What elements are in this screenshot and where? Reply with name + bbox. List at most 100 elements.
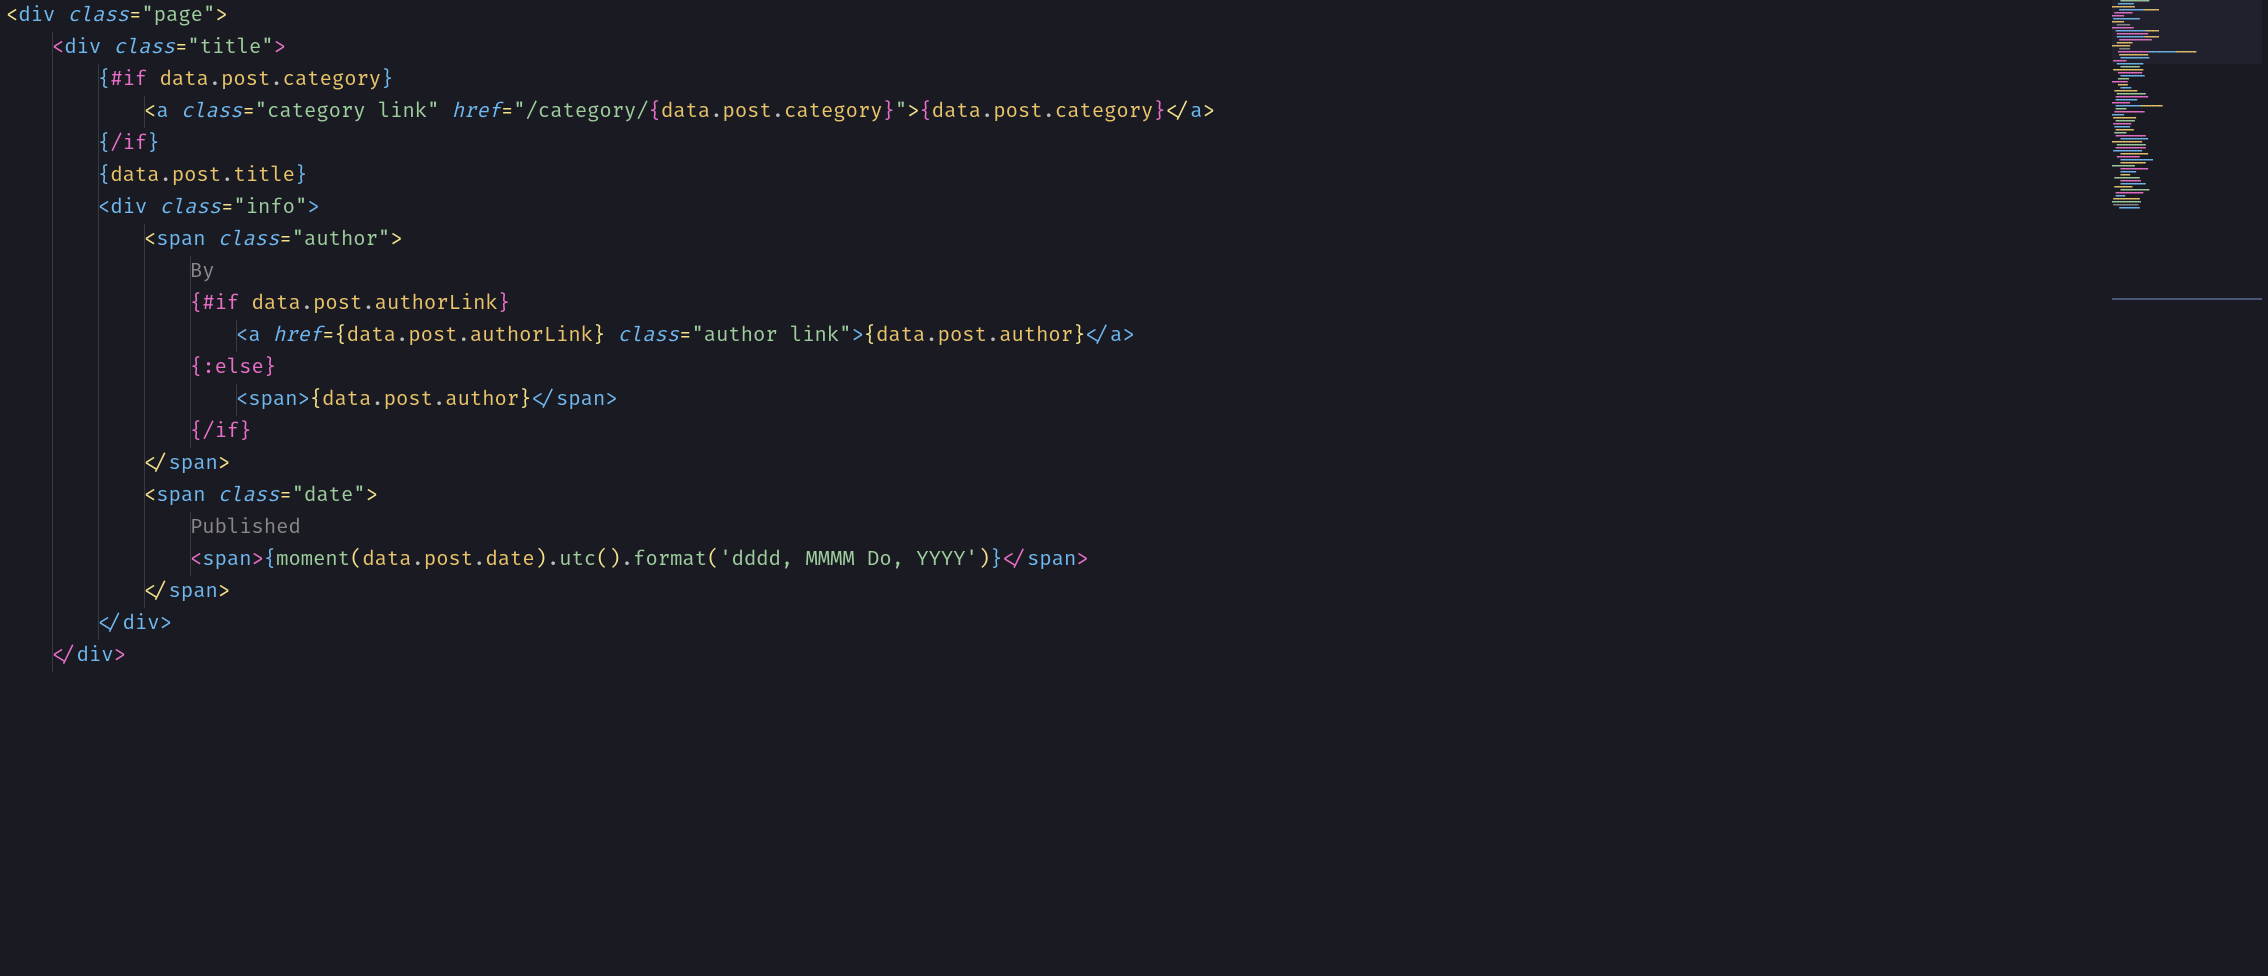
token-brace-m: { <box>190 292 202 316</box>
indent-guide <box>190 512 191 544</box>
token-tag: div <box>64 36 101 60</box>
token-punct: = <box>129 4 141 28</box>
code-line[interactable]: {#if data.post.authorLink} <box>0 288 2268 320</box>
token-bracket-m: < <box>52 36 64 60</box>
code-line-content: Published <box>0 512 301 544</box>
token-str: " <box>895 100 907 124</box>
indent-guide <box>98 480 99 512</box>
token-tag: span <box>156 228 205 252</box>
token-dot: . <box>981 100 993 124</box>
indent-guide <box>52 512 53 544</box>
token-var: category <box>283 68 381 92</box>
token-tag: span <box>202 548 251 572</box>
token-tag: div <box>123 612 160 636</box>
indent-guide <box>98 256 99 288</box>
token-punct: = <box>279 228 291 252</box>
code-line[interactable]: <div class="page"> <box>0 0 2268 32</box>
indent-guide <box>98 96 99 128</box>
token-dot: . <box>772 100 784 124</box>
token-var: authorLink <box>375 292 498 316</box>
code-line[interactable]: <span class="date"> <box>0 480 2268 512</box>
token-var: data <box>362 548 411 572</box>
code-line[interactable]: <div class="title"> <box>0 32 2268 64</box>
token-kw: /if <box>110 132 147 156</box>
indent-guide <box>144 416 145 448</box>
token-brace-y: </ <box>1166 100 1191 124</box>
code-line[interactable]: </span> <box>0 448 2268 480</box>
code-line[interactable]: <span class="author"> <box>0 224 2268 256</box>
token-var: data <box>661 100 710 124</box>
indent-guide <box>190 352 191 384</box>
code-line[interactable]: <span>{moment(data.post.date).utc().form… <box>0 544 2268 576</box>
token-dot: . <box>412 548 424 572</box>
minimap-viewport[interactable] <box>2112 0 2262 64</box>
indent-guide <box>190 384 191 416</box>
token-dot: . <box>473 548 485 572</box>
minimap[interactable]: ████████████████████████ ███████████████… <box>2112 0 2262 300</box>
indent-guide <box>144 544 145 576</box>
indent-guide <box>52 288 53 320</box>
token-var: data <box>347 324 396 348</box>
token-brace-y: < <box>144 228 156 252</box>
code-line-content: </span> <box>0 576 230 608</box>
token-brace-m: } <box>264 356 276 380</box>
token-paren: ) <box>978 548 990 572</box>
token-attr: href <box>452 100 501 124</box>
token-var: category <box>1055 100 1153 124</box>
indent-guide <box>144 96 145 128</box>
indent-guide <box>144 480 145 512</box>
code-line[interactable]: {/if} <box>0 128 2268 160</box>
token-tag: span <box>1027 548 1076 572</box>
token-brace-y: > <box>366 484 378 508</box>
token-var: post <box>424 548 473 572</box>
token-brace-y: > <box>390 228 402 252</box>
token-var: data <box>110 164 159 188</box>
token-var: category <box>784 100 882 124</box>
token-dot: . <box>270 68 282 92</box>
code-line[interactable]: </div> <box>0 640 2268 672</box>
indent-guide <box>52 416 53 448</box>
code-line[interactable]: </span> <box>0 576 2268 608</box>
code-line[interactable]: {/if} <box>0 416 2268 448</box>
indent-guide <box>190 320 191 352</box>
code-line[interactable]: By <box>0 256 2268 288</box>
code-line-content: <div class="info"> <box>0 192 320 224</box>
token-var: post <box>408 324 457 348</box>
code-line-content: {/if} <box>0 128 160 160</box>
token-paren: ( <box>707 548 719 572</box>
token-ident <box>169 100 181 124</box>
token-var: data <box>252 292 301 316</box>
indent-guide <box>98 224 99 256</box>
token-brace-b: { <box>98 68 110 92</box>
code-line-content: <div class="page"> <box>0 0 228 32</box>
indent-guide <box>52 640 53 672</box>
token-brace-m: { <box>919 100 931 124</box>
code-line[interactable]: <a class="category link" href="/category… <box>0 96 2268 128</box>
code-line[interactable]: {data.post.title} <box>0 160 2268 192</box>
indent-guide <box>52 160 53 192</box>
code-line[interactable]: <div class="info"> <box>0 192 2268 224</box>
indent-guide <box>52 128 53 160</box>
code-editor[interactable]: <div class="page"><div class="title">{#i… <box>0 0 2268 672</box>
code-line[interactable]: Published <box>0 512 2268 544</box>
indent-guide <box>144 256 145 288</box>
code-line[interactable]: {#if data.post.category} <box>0 64 2268 96</box>
code-line[interactable]: <span>{data.post.author}</span> <box>0 384 2268 416</box>
token-tag: a <box>1190 100 1202 124</box>
indent-guide <box>52 544 53 576</box>
code-line[interactable]: <a href={data.post.authorLink} class="au… <box>0 320 2268 352</box>
token-fn: moment <box>276 548 350 572</box>
minimap-scrollbar[interactable] <box>2112 298 2262 300</box>
code-line-content: By <box>0 256 215 288</box>
token-bracket-b: > <box>1122 324 1134 348</box>
indent-guide <box>98 512 99 544</box>
indent-guide <box>144 576 145 608</box>
code-line[interactable]: </div> <box>0 608 2268 640</box>
token-dot: . <box>160 164 172 188</box>
code-line-content: {/if} <box>0 416 252 448</box>
token-txt: Published <box>190 516 301 540</box>
code-line[interactable]: {:else} <box>0 352 2268 384</box>
token-dot: . <box>621 548 633 572</box>
token-dot: . <box>396 324 408 348</box>
token-punct: = <box>242 100 254 124</box>
